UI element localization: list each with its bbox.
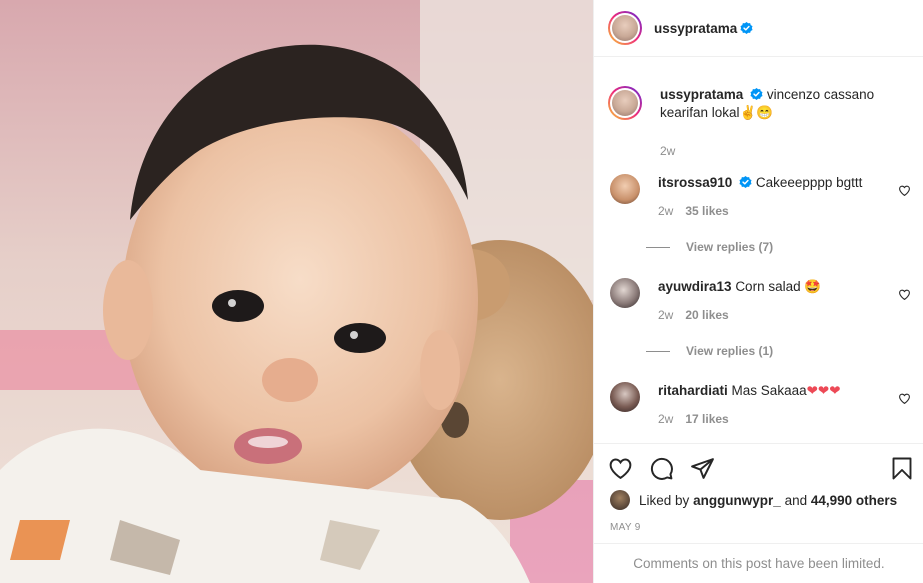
baby-photo-illustration (0, 0, 593, 583)
likes-summary: Liked by anggunwypr_ and 44,990 others (610, 490, 897, 510)
likes-joiner: and (784, 492, 808, 508)
likes-count[interactable]: 44,990 others (811, 493, 897, 508)
comment-time: 2w (658, 308, 674, 322)
comment-time: 2w (658, 204, 674, 218)
view-replies-label: View replies (1) (686, 344, 774, 358)
caption-text-line2: kearifan lokal (660, 105, 740, 120)
comment-emoji: 🤩 (804, 279, 822, 294)
comment-username[interactable]: ritahardiati (658, 383, 728, 398)
post-date: MAY 9 (610, 522, 641, 533)
view-replies-label: View replies (7) (686, 240, 774, 254)
author-username[interactable]: ussypratama (654, 21, 737, 36)
caption-text-line1: vincenzo cassano (766, 87, 875, 102)
comment-item: itsrossa910 Cakeeepppp bgttt 2w 35 likes (608, 174, 913, 220)
author-avatar[interactable] (608, 11, 642, 45)
comment-username[interactable]: ayuwdira13 (658, 279, 732, 294)
like-comment-heart-icon[interactable] (898, 184, 911, 197)
post-header: ussypratama (594, 0, 923, 57)
like-comment-heart-icon[interactable] (898, 288, 911, 301)
comment-likes[interactable]: 17 likes (685, 412, 728, 426)
verified-badge-icon (739, 176, 752, 189)
comment-time: 2w (658, 412, 674, 426)
comment-item: ritahardiati Mas Sakaaa❤❤❤ 2w 17 likes (608, 382, 913, 428)
view-replies-button[interactable]: View replies (1) (646, 344, 773, 358)
commenter-avatar[interactable] (610, 382, 640, 412)
likes-prefix: Liked by (639, 492, 690, 508)
comment-text: Cakeeepppp bgttt (755, 175, 863, 190)
caption-username[interactable]: ussypratama (660, 87, 743, 102)
like-heart-icon[interactable] (608, 456, 633, 481)
view-replies-button[interactable]: View replies (7) (646, 240, 773, 254)
like-comment-heart-icon[interactable] (898, 392, 911, 405)
comment-text: Mas Sakaaa (731, 383, 807, 398)
comments-limited-notice: Comments on this post have been limited. (594, 543, 923, 583)
post-actions: Liked by anggunwypr_ and 44,990 others M… (594, 443, 923, 543)
comment-username[interactable]: itsrossa910 (658, 175, 732, 190)
liker-avatar[interactable] (610, 490, 630, 510)
commenter-avatar[interactable] (610, 278, 640, 308)
comment-likes[interactable]: 20 likes (685, 308, 728, 322)
comment-text: Corn salad (735, 279, 801, 294)
liker-username[interactable]: anggunwypr_ (693, 493, 781, 508)
commenter-avatar[interactable] (610, 174, 640, 204)
comments-list: ussypratama vincenzo cassano kearifan lo… (594, 58, 923, 443)
caption-author-avatar[interactable] (608, 86, 642, 120)
comment-item: ayuwdira13 Corn salad 🤩 2w 20 likes (608, 278, 913, 324)
post-photo[interactable] (0, 0, 593, 583)
verified-badge-icon (740, 21, 753, 34)
verified-badge-icon (750, 88, 763, 101)
caption-emoji: ✌😁 (739, 105, 774, 120)
share-icon[interactable] (690, 456, 715, 481)
comment-emoji: ❤❤❤ (806, 383, 841, 398)
comment-icon[interactable] (649, 456, 674, 481)
caption: ussypratama vincenzo cassano kearifan lo… (608, 86, 913, 160)
comment-likes[interactable]: 35 likes (685, 204, 728, 218)
save-bookmark-icon[interactable] (890, 456, 914, 481)
caption-time: 2w (660, 144, 676, 158)
post-side-panel: ussypratama ussypratama vincenzo cassano (593, 0, 923, 583)
